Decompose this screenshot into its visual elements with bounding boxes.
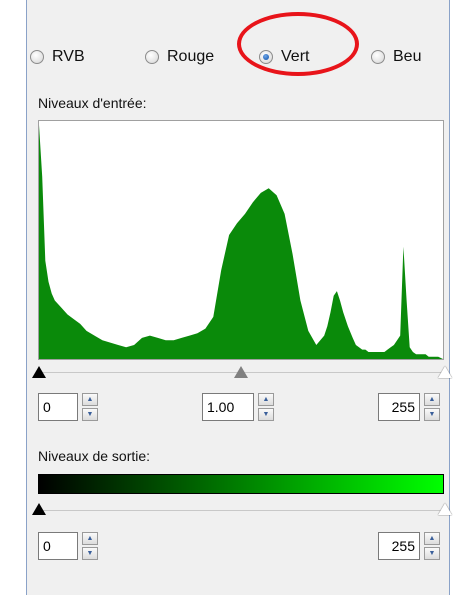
- stepper-down-icon[interactable]: ▼: [258, 408, 274, 421]
- input-white-stepper[interactable]: ▲ ▼: [378, 393, 440, 421]
- channel-label-beu: Beu: [393, 48, 422, 65]
- radio-icon: [145, 50, 159, 64]
- stepper-up-icon[interactable]: ▲: [258, 393, 274, 406]
- channel-label-rvb: RVB: [52, 48, 85, 65]
- input-black-stepper[interactable]: ▲ ▼: [38, 393, 98, 421]
- histogram-area: [39, 125, 443, 359]
- stepper-arrows: ▲ ▼: [258, 393, 274, 421]
- radio-icon: [371, 50, 385, 64]
- levels-dialog: RVB Rouge Vert Beu Niveaux d'entrée: ▲ ▼…: [0, 0, 459, 595]
- output-black-field[interactable]: [38, 532, 78, 560]
- input-gamma-field[interactable]: [202, 393, 254, 421]
- stepper-up-icon[interactable]: ▲: [424, 532, 440, 545]
- stepper-up-icon[interactable]: ▲: [82, 393, 98, 406]
- output-levels-label: Niveaux de sortie:: [38, 448, 151, 464]
- input-white-field[interactable]: [378, 393, 420, 421]
- stepper-arrows: ▲ ▼: [82, 393, 98, 421]
- input-gamma-handle[interactable]: [234, 366, 248, 378]
- radio-icon: [30, 50, 44, 64]
- histogram: [38, 120, 444, 360]
- input-gamma-stepper[interactable]: ▲ ▼: [202, 393, 274, 421]
- input-black-point-handle[interactable]: [32, 366, 46, 378]
- output-white-field[interactable]: [378, 532, 420, 560]
- channel-label-rouge: Rouge: [167, 48, 215, 65]
- stepper-down-icon[interactable]: ▼: [82, 408, 98, 421]
- stepper-up-icon[interactable]: ▲: [424, 393, 440, 406]
- stepper-arrows: ▲ ▼: [424, 393, 440, 421]
- channel-radio-rouge[interactable]: Rouge: [145, 48, 214, 66]
- output-white-point-handle[interactable]: [438, 503, 452, 515]
- stepper-arrows: ▲ ▼: [82, 532, 98, 560]
- input-black-field[interactable]: [38, 393, 78, 421]
- stepper-down-icon[interactable]: ▼: [424, 408, 440, 421]
- channel-radio-rvb[interactable]: RVB: [30, 48, 85, 66]
- input-white-point-handle[interactable]: [438, 366, 452, 378]
- selection-highlight-circle: [237, 12, 359, 76]
- output-gradient-bar: [38, 474, 444, 494]
- output-white-stepper[interactable]: ▲ ▼: [378, 532, 440, 560]
- stepper-arrows: ▲ ▼: [424, 532, 440, 560]
- output-black-point-handle[interactable]: [32, 503, 46, 515]
- output-slider-track: [38, 510, 444, 511]
- stepper-down-icon[interactable]: ▼: [82, 547, 98, 560]
- histogram-chart: [39, 125, 443, 359]
- input-levels-label: Niveaux d'entrée:: [38, 95, 147, 111]
- output-black-stepper[interactable]: ▲ ▼: [38, 532, 98, 560]
- stepper-down-icon[interactable]: ▼: [424, 547, 440, 560]
- channel-radio-beu[interactable]: Beu: [371, 48, 421, 66]
- stepper-up-icon[interactable]: ▲: [82, 532, 98, 545]
